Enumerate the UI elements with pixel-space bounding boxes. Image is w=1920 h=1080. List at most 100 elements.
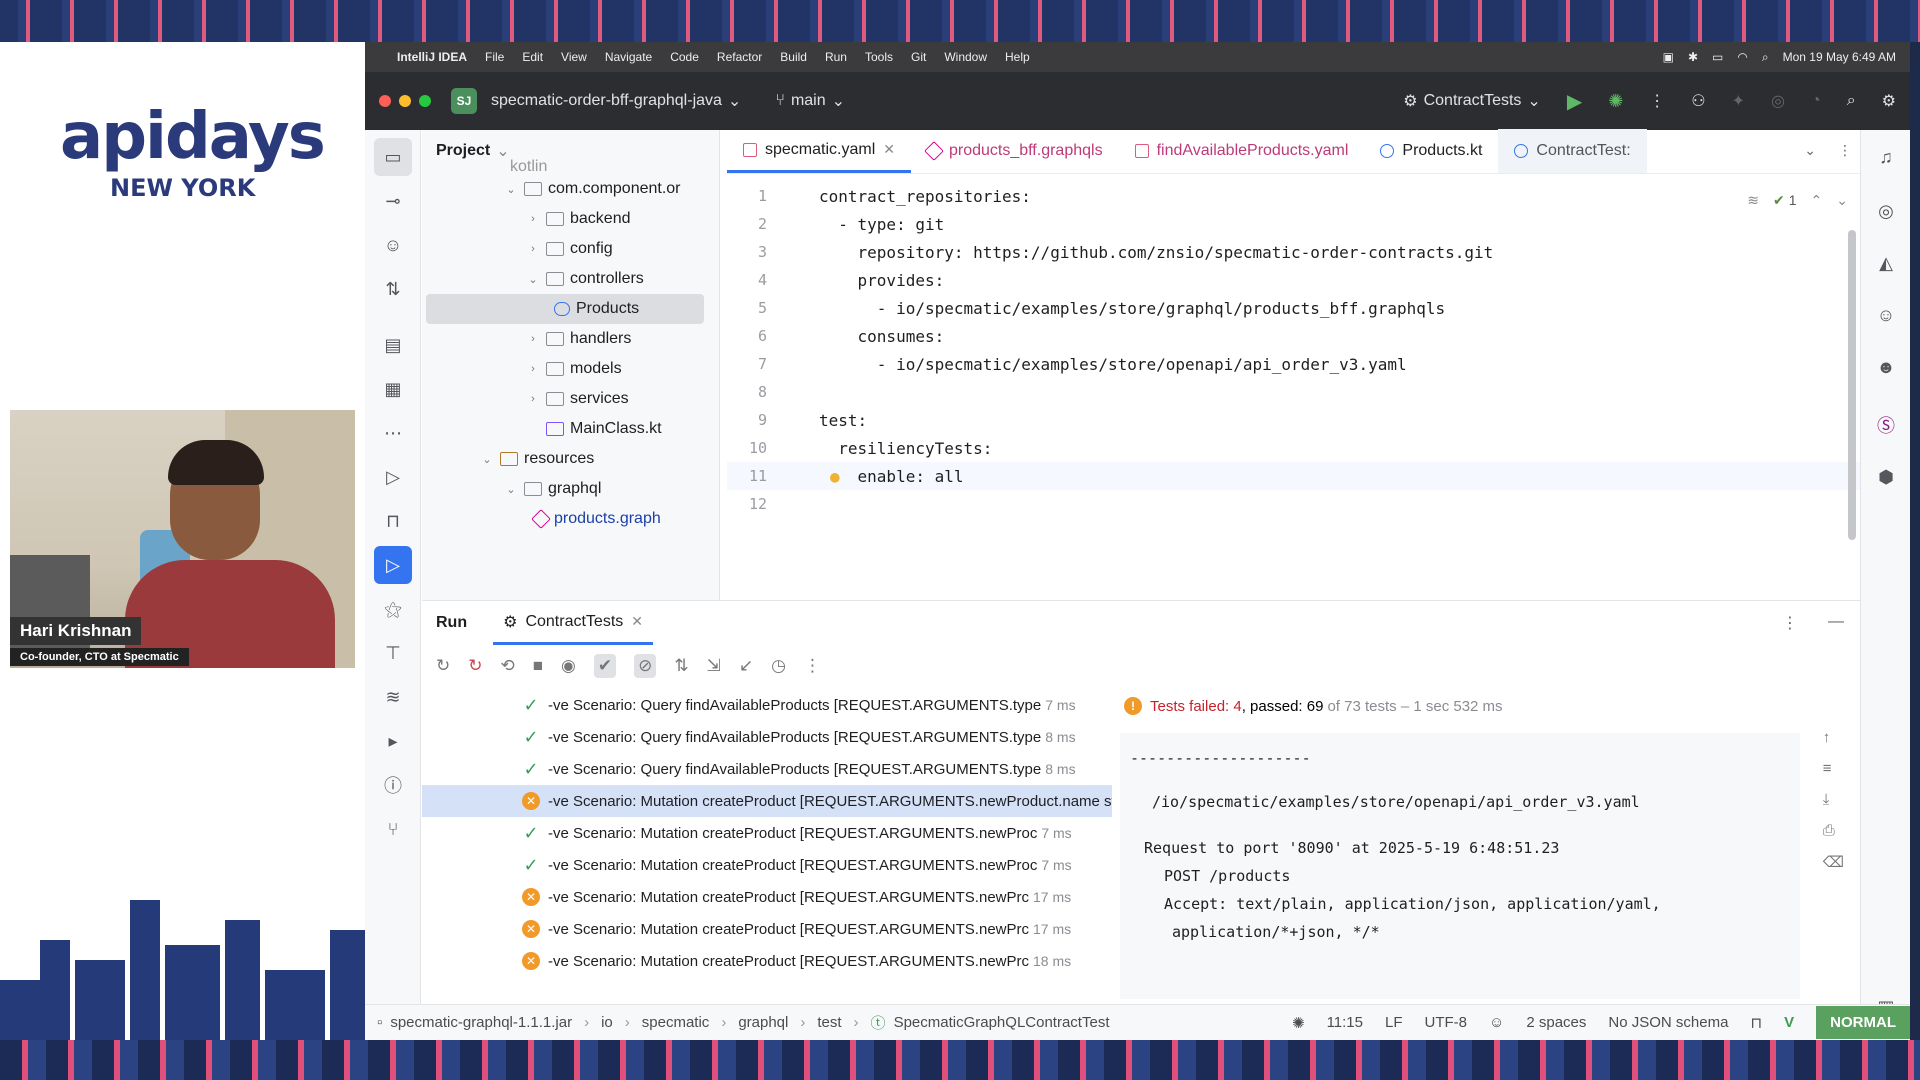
branch-selector[interactable]: ⑂ main ⌄ — [775, 91, 845, 111]
test-row[interactable]: ✓ -ve Scenario: Query findAvailableProduc… — [422, 689, 1112, 721]
debug-icon[interactable]: ✺ — [1608, 91, 1623, 112]
gradle-icon[interactable]: ◭ — [1871, 248, 1901, 278]
print-icon[interactable]: ⎙ — [1823, 822, 1844, 839]
screen-share-icon[interactable]: ▣ — [1663, 50, 1674, 64]
api-icon[interactable]: ▦ — [374, 370, 412, 408]
copilot-status-icon[interactable]: ☺ — [1489, 1014, 1504, 1031]
code-area[interactable]: 1 contract_repositories: 2 - type: git 3 … — [727, 182, 1860, 518]
menu-git[interactable]: Git — [911, 50, 926, 64]
copilot-icon[interactable]: ☺ — [374, 226, 412, 264]
wifi-icon[interactable]: ◠ — [1737, 50, 1747, 64]
menu-code[interactable]: Code — [670, 50, 699, 64]
breadcrumb-item[interactable]: specmatic — [642, 1014, 710, 1031]
breadcrumb-item[interactable]: SpecmaticGraphQLContractTest — [894, 1014, 1110, 1031]
json-schema[interactable]: No JSON schema — [1608, 1014, 1728, 1031]
add-user-icon[interactable]: ⚇ — [1691, 91, 1705, 111]
test-row[interactable]: ✕ -ve Scenario: Mutation createProduct [R… — [422, 945, 1112, 977]
tree-item-graphql[interactable]: ⌄ graphql — [422, 474, 719, 504]
menu-file[interactable]: File — [485, 50, 504, 64]
zoom-window-icon[interactable] — [419, 95, 431, 107]
menu-build[interactable]: Build — [780, 50, 807, 64]
battery-icon[interactable]: ▭ — [1712, 50, 1723, 64]
structure-icon[interactable]: ▤ — [374, 326, 412, 364]
trash-icon[interactable]: ⌫ — [1823, 853, 1844, 871]
breadcrumb-item[interactable]: test — [817, 1014, 841, 1031]
endpoints-icon[interactable]: ≋ — [374, 678, 412, 716]
menu-edit[interactable]: Edit — [522, 50, 543, 64]
tree-item-models[interactable]: › models — [422, 354, 719, 384]
menu-navigate[interactable]: Navigate — [605, 50, 652, 64]
console-output[interactable]: -------------------- /io/specmatic/examp… — [1120, 733, 1800, 999]
more-actions-icon[interactable]: ⋮ — [1782, 613, 1798, 633]
sort-icon[interactable]: ⇅ — [674, 656, 688, 676]
more-actions-icon[interactable]: ⋮ — [804, 656, 821, 676]
show-passed-eye-icon[interactable]: ◉ — [561, 656, 576, 676]
search-icon[interactable]: ⌕ — [1762, 50, 1769, 65]
minimize-window-icon[interactable] — [399, 95, 411, 107]
project-selector[interactable]: SJ specmatic-order-bff-graphql-java ⌄ — [451, 88, 741, 114]
menu-view[interactable]: View — [561, 50, 587, 64]
editor-scrollbar[interactable] — [1848, 230, 1856, 540]
specmatic-icon[interactable]: Ⓢ — [1871, 410, 1901, 440]
file-encoding[interactable]: UTF-8 — [1425, 1014, 1468, 1031]
tree-item-resources[interactable]: ⌄ resources — [422, 444, 719, 474]
breadcrumb-item[interactable]: io — [601, 1014, 613, 1031]
tree-item-config[interactable]: › config — [422, 234, 719, 264]
close-tab-icon[interactable]: ✕ — [883, 141, 895, 158]
graphql-icon[interactable]: ⚝ — [374, 590, 412, 628]
minimize-icon[interactable]: — — [1828, 613, 1844, 633]
menu-tools[interactable]: Tools — [865, 50, 893, 64]
tab-products-kt[interactable]: Products.kt — [1364, 129, 1498, 173]
tree-item-mainclass[interactable]: MainClass.kt — [422, 414, 719, 444]
services-icon[interactable]: ▷ — [374, 458, 412, 496]
test-row[interactable]: ✕ -ve Scenario: Mutation createProduct [R… — [422, 913, 1112, 945]
settings-gear-icon[interactable]: ⚙ — [1882, 91, 1896, 111]
run-tool-icon[interactable]: ▷ — [374, 546, 412, 584]
search-everywhere-icon[interactable]: ⌕ — [1847, 92, 1856, 110]
tab-specmatic-yaml[interactable]: specmatic.yaml ✕ — [727, 129, 911, 173]
test-row[interactable]: ✕ -ve Scenario: Mutation createProduct [R… — [422, 785, 1112, 817]
test-row[interactable]: ✓ -ve Scenario: Mutation createProduct [R… — [422, 817, 1112, 849]
code-with-me-icon[interactable]: ◎ — [1771, 91, 1785, 111]
line-separator[interactable]: LF — [1385, 1014, 1403, 1031]
problems-icon[interactable]: ⓘ — [374, 766, 412, 804]
chevron-down-icon[interactable]: ⌄ — [1804, 142, 1816, 159]
vim-icon[interactable]: V — [1784, 1014, 1794, 1031]
bluetooth-icon[interactable]: ✱ — [1688, 50, 1698, 64]
tab-contract-tests-run[interactable]: ⚙ ContractTests ✕ — [493, 601, 653, 645]
bookmarks-icon[interactable]: ⊓ — [374, 502, 412, 540]
tree-item-package[interactable]: ⌄ com.component.or — [422, 174, 719, 204]
scroll-up-icon[interactable]: ↑ — [1823, 729, 1844, 746]
notifications-icon[interactable]: ♫ — [1871, 142, 1901, 172]
tree-item-products-graphqls[interactable]: products.graph — [422, 504, 719, 534]
import-tests-icon[interactable]: ↙ — [739, 656, 753, 676]
history-icon[interactable]: ◷ — [771, 656, 786, 676]
tab-find-available-products-yaml[interactable]: findAvailableProducts.yaml — [1119, 129, 1365, 173]
show-passed-check-icon[interactable]: ✔ — [593, 654, 617, 678]
test-row[interactable]: ✓ -ve Scenario: Query findAvailableProduc… — [422, 753, 1112, 785]
project-tool-icon[interactable]: ▭ — [374, 138, 412, 176]
tree-item-backend[interactable]: › backend — [422, 204, 719, 234]
breadcrumb-item[interactable]: specmatic-graphql-1.1.1.jar — [390, 1014, 572, 1031]
rerun-icon[interactable]: ↻ — [436, 656, 450, 676]
more-tools-icon[interactable]: ⋯ — [374, 414, 412, 452]
database-icon[interactable]: ☻ — [1871, 352, 1901, 382]
commit-icon[interactable]: ⊸ — [374, 182, 412, 220]
plugin-icon[interactable]: ⬢ — [1871, 462, 1901, 492]
tab-contract-tests[interactable]: ContractTest: — [1498, 129, 1647, 173]
toggle-auto-test-icon[interactable]: ⟲ — [501, 656, 515, 676]
menubar-clock[interactable]: Mon 19 May 6:49 AM — [1783, 50, 1896, 64]
updates-icon[interactable]: ◔ — [1811, 92, 1821, 110]
pull-requests-icon[interactable]: ⇅ — [374, 270, 412, 308]
test-row[interactable]: ✕ -ve Scenario: Mutation createProduct [R… — [422, 881, 1112, 913]
scroll-to-end-icon[interactable]: ⤓ — [1823, 791, 1844, 808]
test-row[interactable]: ✓ -ve Scenario: Mutation createProduct [R… — [422, 849, 1112, 881]
ai-status-icon[interactable]: ✺ — [1292, 1014, 1305, 1032]
tree-item-handlers[interactable]: › handlers — [422, 324, 719, 354]
run-config-selector[interactable]: ⚙ ContractTests ⌄ — [1403, 91, 1541, 111]
menu-app-name[interactable]: IntelliJ IDEA — [397, 50, 467, 64]
test-row[interactable]: ✓ -ve Scenario: Query findAvailableProduc… — [422, 721, 1112, 753]
ai-chat-icon[interactable]: ◎ — [1871, 196, 1901, 226]
ai-assistant-icon[interactable]: ✦ — [1732, 91, 1745, 111]
more-actions-icon[interactable]: ⋮ — [1838, 142, 1852, 159]
